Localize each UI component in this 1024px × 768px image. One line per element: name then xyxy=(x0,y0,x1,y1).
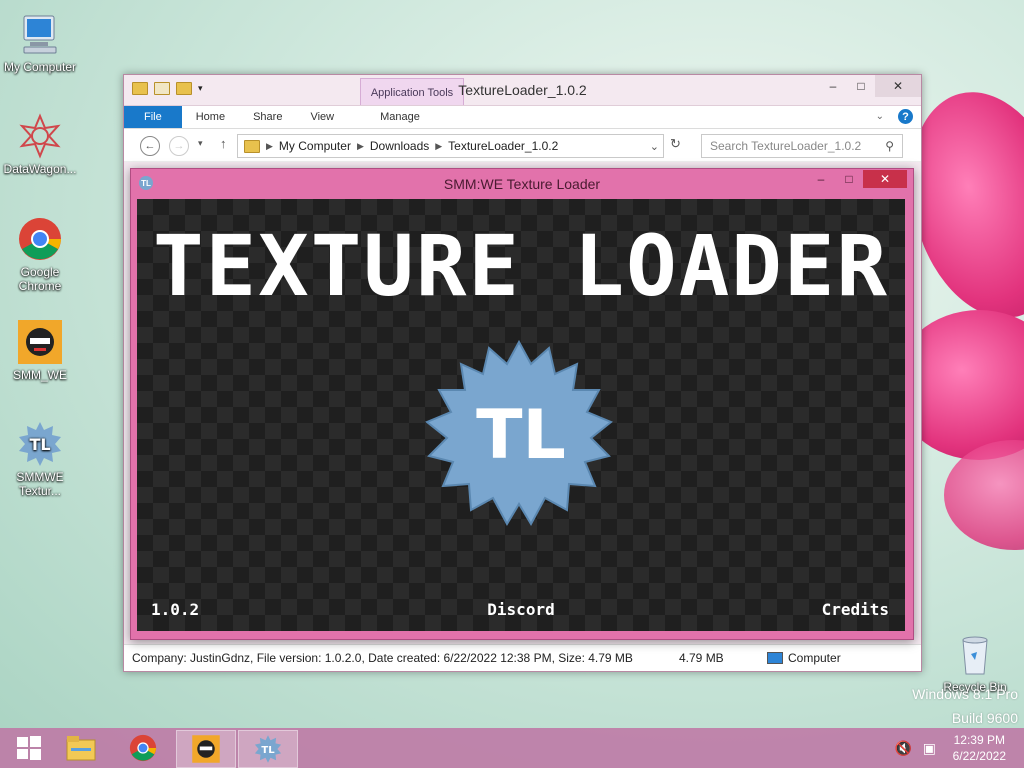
tab-share[interactable]: Share xyxy=(239,106,296,128)
up-arrow-icon[interactable]: ↑ xyxy=(220,136,227,151)
taskbar: TL 🔇 ▣ 12:39 PM 6/22/2022 xyxy=(0,728,1024,768)
windows-watermark-edition: Windows 8.1 Pro xyxy=(912,686,1018,702)
desktop-icon-label: My Computer xyxy=(3,60,77,74)
maximize-button[interactable]: □ xyxy=(835,170,863,188)
clock-time: 12:39 PM xyxy=(953,733,1005,747)
computer-icon xyxy=(23,15,57,54)
address-bar[interactable]: ▶ My Computer ▶ Downloads ▶ TextureLoade… xyxy=(237,134,664,158)
discord-button[interactable]: Discord xyxy=(137,600,905,619)
desktop-icon-google-chrome[interactable]: Google Chrome xyxy=(0,215,80,293)
datawagon-icon xyxy=(19,113,61,159)
explorer-titlebar[interactable]: ▾ Application Tools TextureLoader_1.0.2 … xyxy=(124,75,921,124)
search-box[interactable]: Search TextureLoader_1.0.2 ⚲ xyxy=(701,134,903,158)
desktop-icon-datawagon[interactable]: DataWagon... xyxy=(0,112,80,176)
address-dropdown-icon[interactable]: ⌄ xyxy=(650,140,659,153)
desktop-icon-my-computer[interactable]: My Computer xyxy=(0,10,80,74)
breadcrumb-downloads[interactable]: Downloads xyxy=(370,139,429,153)
smm-we-icon xyxy=(18,320,62,364)
svg-text:TL: TL xyxy=(29,435,50,454)
texture-loader-window: TL SMM:WE Texture Loader – □ ✕ TEXTURE L… xyxy=(130,168,914,640)
close-button[interactable]: ✕ xyxy=(863,170,907,188)
taskbar-file-explorer[interactable] xyxy=(52,730,110,766)
svg-text:TL: TL xyxy=(261,745,275,756)
help-icon[interactable]: ? xyxy=(898,109,913,124)
texture-loader-window-controls: – □ ✕ xyxy=(807,170,907,188)
texture-loader-icon: TL xyxy=(254,735,282,763)
windows-watermark-build: Build 9600 xyxy=(951,710,1018,726)
search-placeholder: Search TextureLoader_1.0.2 xyxy=(710,139,862,153)
maximize-button[interactable]: □ xyxy=(847,75,875,97)
clock-date: 6/22/2022 xyxy=(952,749,1006,763)
texture-loader-titlebar[interactable]: TL SMM:WE Texture Loader – □ ✕ xyxy=(131,169,913,197)
tab-file[interactable]: File xyxy=(124,106,182,128)
ribbon-tabs: File Home Share View Manage ⌄ ? xyxy=(124,105,921,129)
smm-we-icon xyxy=(192,735,220,763)
network-icon[interactable]: ▣ xyxy=(923,740,936,757)
navigation-bar: ← → ▾ ↑ ▶ My Computer ▶ Downloads ▶ Text… xyxy=(124,129,921,162)
taskbar-smm-we[interactable] xyxy=(176,730,236,768)
desktop-icon-smmwe-texture-loader[interactable]: TL SMMWE Textur... xyxy=(0,420,80,498)
ribbon-right-controls: ⌄ ? xyxy=(876,109,913,124)
chevron-right-icon: ▶ xyxy=(266,140,273,151)
desktop-icon-label: Google Chrome xyxy=(18,265,62,293)
recycle-bin-icon xyxy=(962,636,988,675)
badge-text: TL xyxy=(476,396,566,475)
texture-loader-title: SMM:WE Texture Loader xyxy=(443,176,601,192)
status-bar: Company: JustinGdnz, File version: 1.0.2… xyxy=(124,644,921,671)
status-details: Company: JustinGdnz, File version: 1.0.2… xyxy=(132,651,633,665)
status-location: Computer xyxy=(767,651,841,665)
chrome-icon xyxy=(19,218,61,260)
file-explorer-icon xyxy=(66,736,96,761)
texture-loader-canvas: TEXTURE LOADER TL 1.0.2 Discord Credits xyxy=(137,199,905,631)
back-button[interactable]: ← xyxy=(140,136,160,156)
close-button[interactable]: ✕ xyxy=(875,75,921,97)
minimize-button[interactable]: – xyxy=(807,170,835,188)
refresh-icon[interactable]: ↻ xyxy=(670,136,681,152)
desktop-icon-smm-we[interactable]: SMM_WE xyxy=(0,318,80,382)
explorer-window-controls: – □ ✕ xyxy=(819,75,921,97)
desktop-icon-label: DataWagon... xyxy=(3,162,77,176)
chrome-icon xyxy=(129,734,157,762)
taskbar-google-chrome[interactable] xyxy=(114,730,172,766)
volume-muted-icon[interactable]: 🔇 xyxy=(895,740,912,757)
status-size: 4.79 MB xyxy=(679,651,724,665)
chevron-right-icon: ▶ xyxy=(356,140,364,151)
desktop-icon-recycle-bin[interactable]: Recycle Bin xyxy=(935,630,1015,694)
tab-manage[interactable]: Manage xyxy=(366,106,434,128)
expand-ribbon-icon[interactable]: ⌄ xyxy=(876,111,884,122)
status-location-label: Computer xyxy=(788,651,841,665)
texture-loader-icon: TL xyxy=(19,422,61,466)
search-icon[interactable]: ⚲ xyxy=(885,139,894,153)
computer-icon xyxy=(767,652,783,664)
explorer-title: TextureLoader_1.0.2 xyxy=(458,82,587,98)
tl-badge-icon: TL xyxy=(425,339,613,527)
texture-loader-heading: TEXTURE LOADER xyxy=(152,217,889,315)
desktop-icon-label: SMM_WE xyxy=(13,368,67,382)
windows-logo-icon xyxy=(17,736,41,760)
breadcrumb-textureloader[interactable]: TextureLoader_1.0.2 xyxy=(448,139,558,153)
credits-button[interactable]: Credits xyxy=(822,600,889,619)
start-button[interactable] xyxy=(0,730,58,766)
forward-button[interactable]: → xyxy=(169,136,189,156)
folder-icon xyxy=(244,139,260,153)
breadcrumb-my-computer[interactable]: My Computer xyxy=(279,139,351,153)
chevron-right-icon: ▶ xyxy=(435,140,443,151)
taskbar-clock[interactable]: 12:39 PM 6/22/2022 xyxy=(953,732,1006,764)
tab-view[interactable]: View xyxy=(296,106,348,128)
tab-home[interactable]: Home xyxy=(182,106,239,128)
minimize-button[interactable]: – xyxy=(819,75,847,97)
taskbar-texture-loader[interactable]: TL xyxy=(238,730,298,768)
recent-locations-icon[interactable]: ▾ xyxy=(198,138,203,149)
desktop-icon-label: SMMWE Textur... xyxy=(16,470,64,498)
